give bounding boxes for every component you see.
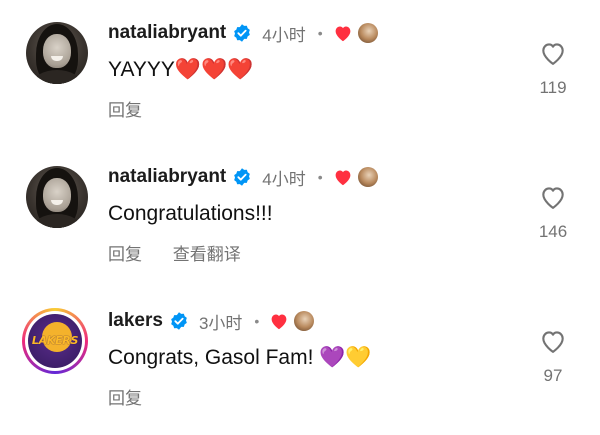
like-count: 146 xyxy=(538,222,568,241)
avatar[interactable] xyxy=(26,166,88,228)
avatar[interactable] xyxy=(26,22,88,84)
avatar[interactable]: LAKERS xyxy=(22,308,88,374)
creator-avatar xyxy=(357,23,378,43)
comment-actions: 回复 查看翻译 xyxy=(108,240,241,265)
separator-dot: • xyxy=(317,169,323,185)
comment-time: 4小时 xyxy=(262,25,306,45)
username[interactable]: nataliabryant xyxy=(108,22,226,44)
comment-item: LAKERS lakers 3小时 • Congrats, Gasol Fam!… xyxy=(0,288,600,432)
logo-text: LAKERS xyxy=(31,334,79,347)
see-translation-button[interactable]: 查看翻译 xyxy=(173,245,241,264)
heart-filled-icon xyxy=(271,314,287,330)
comment-actions: 回复 xyxy=(108,384,142,409)
comment-header: nataliabryant 4小时 • xyxy=(108,20,378,46)
creator-avatar xyxy=(357,167,378,187)
comment-actions: 回复 xyxy=(108,96,142,121)
comment-item: nataliabryant 4小时 • YAYYY❤️❤️❤️ 回复 119 xyxy=(0,0,600,144)
like-column: 146 xyxy=(536,184,570,242)
reply-button[interactable]: 回复 xyxy=(108,101,142,120)
heart-outline-icon[interactable] xyxy=(539,184,567,210)
reply-button[interactable]: 回复 xyxy=(108,245,142,264)
like-count: 97 xyxy=(543,366,563,385)
like-column: 97 xyxy=(536,328,570,386)
separator-dot: • xyxy=(317,25,323,41)
comment-header: nataliabryant 4小时 • xyxy=(108,164,378,190)
heart-filled-icon xyxy=(335,170,351,186)
separator-dot: • xyxy=(254,313,260,329)
verified-badge-icon xyxy=(234,168,251,186)
comment-header: lakers 3小时 • xyxy=(108,308,315,334)
heart-filled-icon xyxy=(335,26,351,42)
comment-text: Congrats, Gasol Fam! 💜💛 xyxy=(108,346,372,369)
comment-text: YAYYY❤️❤️❤️ xyxy=(108,58,254,81)
verified-badge-icon xyxy=(234,24,251,42)
like-column: 119 xyxy=(536,40,570,98)
heart-outline-icon[interactable] xyxy=(539,40,567,66)
lakers-logo: LAKERS xyxy=(28,314,82,368)
comment-time: 4小时 xyxy=(262,169,306,189)
verified-badge-icon xyxy=(171,312,187,330)
reply-button[interactable]: 回复 xyxy=(108,389,142,408)
creator-avatar xyxy=(294,311,315,331)
heart-outline-icon[interactable] xyxy=(539,328,567,354)
comment-item: nataliabryant 4小时 • Congratulations!!! 回… xyxy=(0,144,600,288)
like-count: 119 xyxy=(539,78,567,97)
comment-time: 3小时 xyxy=(198,313,243,333)
username[interactable]: nataliabryant xyxy=(108,166,226,188)
comment-text: Congratulations!!! xyxy=(108,202,273,225)
username[interactable]: lakers xyxy=(108,310,163,332)
